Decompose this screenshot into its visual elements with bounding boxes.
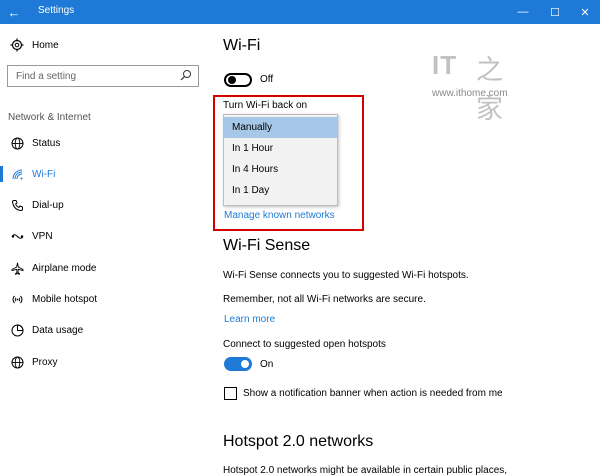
connect-hotspots-label: Connect to suggested open hotspots <box>223 339 386 350</box>
globe-icon <box>10 355 24 369</box>
sidebar-item-label: VPN <box>32 230 53 242</box>
minimize-button[interactable]: — <box>508 0 538 24</box>
sidebar-item-label: Proxy <box>32 356 58 368</box>
sidebar-item-proxy[interactable]: Proxy <box>0 349 206 375</box>
turn-back-on-dropdown[interactable]: Manually In 1 Hour In 4 Hours In 1 Day <box>223 114 338 206</box>
maximize-icon: ☐ <box>550 6 560 19</box>
gear-icon <box>10 38 24 52</box>
airplane-icon <box>10 261 24 275</box>
sidebar-item-vpn[interactable]: VPN <box>0 223 206 249</box>
sidebar-item-mobile-hotspot[interactable]: Mobile hotspot <box>0 286 206 312</box>
watermark-logo-glyph: 之家 <box>476 55 503 124</box>
toggle-knob <box>241 360 249 368</box>
turn-back-on-label: Turn Wi-Fi back on <box>223 100 308 111</box>
wifi-sense-heading: Wi-Fi Sense <box>223 237 311 254</box>
back-arrow-icon: ← <box>7 4 21 20</box>
sidebar-item-status[interactable]: Status <box>0 130 206 156</box>
hotspot-description: Hotspot 2.0 networks might be available … <box>223 465 508 476</box>
dropdown-option-1-day[interactable]: In 1 Day <box>224 180 337 201</box>
phone-icon <box>10 198 24 212</box>
home-link[interactable]: Home <box>10 38 59 52</box>
vpn-icon <box>10 229 24 243</box>
home-label: Home <box>32 39 59 51</box>
sidebar-item-label: Data usage <box>32 324 84 336</box>
sidebar-item-label: Dial-up <box>32 199 64 211</box>
close-icon: ✕ <box>580 6 590 19</box>
notification-banner-label: Show a notification banner when action i… <box>243 388 503 399</box>
pie-icon <box>10 323 24 337</box>
connect-hotspots-toggle[interactable] <box>224 357 252 371</box>
sidebar-item-dial-up[interactable]: Dial-up <box>0 192 206 218</box>
globe-icon <box>10 136 24 150</box>
wifi-toggle[interactable] <box>224 73 252 87</box>
sidebar-item-label: Wi-Fi <box>32 168 56 180</box>
wifi-toggle-state: Off <box>260 74 274 85</box>
sidebar-item-label: Status <box>32 137 61 149</box>
dropdown-option-1-hour[interactable]: In 1 Hour <box>224 138 337 159</box>
notification-banner-checkbox[interactable] <box>224 387 237 400</box>
watermark-logo: IT <box>432 50 458 80</box>
manage-known-networks-link[interactable]: Manage known networks <box>224 210 335 221</box>
ithome-watermark: IT 之家 www.ithome.com <box>432 50 528 124</box>
hotspot-icon <box>10 292 24 306</box>
page-title: Wi-Fi <box>223 37 261 54</box>
minimize-icon: — <box>517 6 529 18</box>
window-title: Settings <box>38 5 75 16</box>
sidebar-item-wifi[interactable]: Wi-Fi <box>0 161 206 187</box>
sidebar-item-label: Airplane mode <box>32 262 97 274</box>
search-input[interactable]: Find a setting <box>7 65 199 87</box>
search-placeholder: Find a setting <box>16 70 77 82</box>
sidebar-item-airplane-mode[interactable]: Airplane mode <box>0 255 206 281</box>
wifi-icon <box>10 167 24 181</box>
nav-group-heading: Network & Internet <box>8 112 91 123</box>
connect-hotspots-state: On <box>260 359 274 370</box>
search-icon <box>180 69 192 81</box>
wifi-sense-description: Wi-Fi Sense connects you to suggested Wi… <box>223 270 469 281</box>
learn-more-link[interactable]: Learn more <box>224 314 275 325</box>
maximize-button[interactable]: ☐ <box>540 0 570 24</box>
title-bar: ← Settings — ☐ ✕ <box>0 0 600 24</box>
wifi-security-note: Remember, not all Wi-Fi networks are sec… <box>223 294 426 305</box>
sidebar: Home Find a setting Network & Internet S… <box>0 24 206 476</box>
back-button[interactable]: ← <box>0 0 28 24</box>
main-content: Wi-Fi Off Turn Wi-Fi back on Manually In… <box>206 24 600 476</box>
toggle-knob <box>228 76 236 84</box>
watermark-url: www.ithome.com <box>432 88 508 99</box>
sidebar-item-data-usage[interactable]: Data usage <box>0 317 206 343</box>
dropdown-option-4-hours[interactable]: In 4 Hours <box>224 159 337 180</box>
close-button[interactable]: ✕ <box>570 0 600 24</box>
sidebar-item-label: Mobile hotspot <box>32 293 98 305</box>
dropdown-option-manually[interactable]: Manually <box>224 117 337 138</box>
hotspot-heading: Hotspot 2.0 networks <box>223 433 374 450</box>
